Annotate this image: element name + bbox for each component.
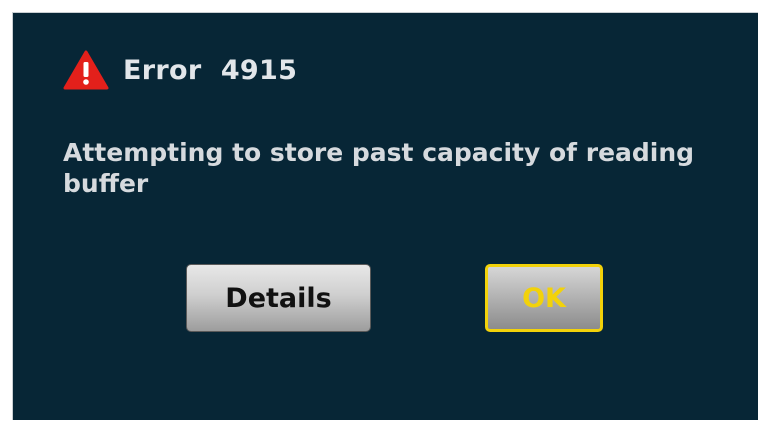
dialog-header: Error 4915 [63,50,297,90]
details-button-label: Details [225,282,332,314]
error-dialog: Error 4915 Attempting to store past capa… [12,12,758,420]
error-message: Attempting to store past capacity of rea… [63,138,695,198]
details-button[interactable]: Details [186,264,371,332]
ok-button[interactable]: OK [485,264,603,332]
warning-triangle-icon [63,50,109,90]
ok-button-label: OK [522,282,566,314]
dialog-title: Error 4915 [123,54,298,86]
